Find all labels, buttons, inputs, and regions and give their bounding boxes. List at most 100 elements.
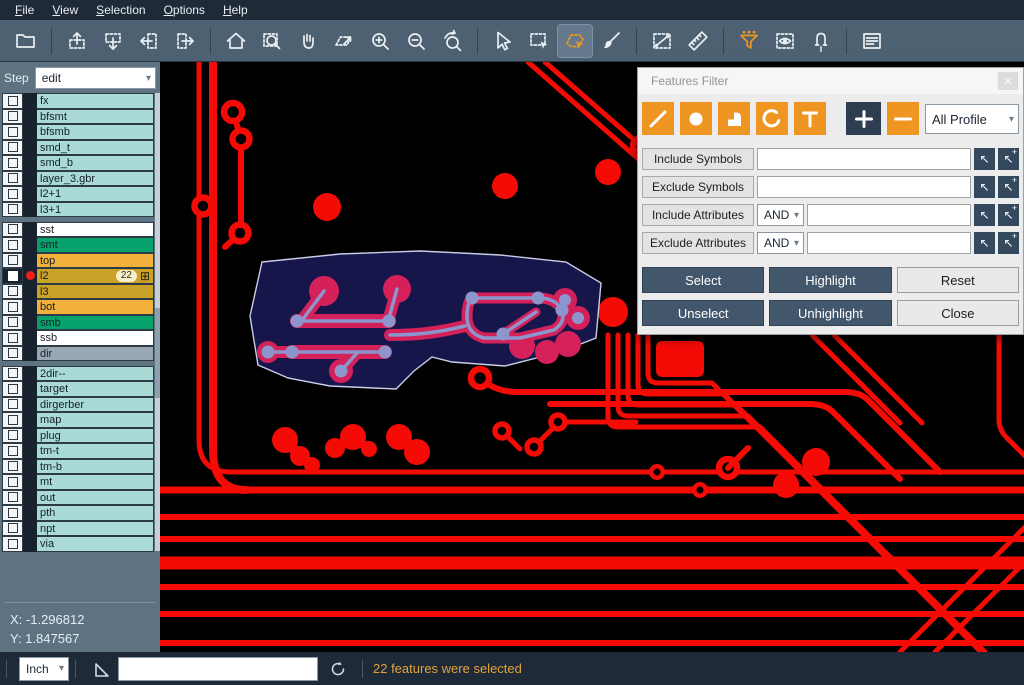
layer-row[interactable]: smt — [2, 237, 154, 253]
layer-row[interactable]: via — [2, 536, 154, 552]
pick-add-symbol-button[interactable]: ↖+ — [998, 176, 1019, 198]
layer-checkbox[interactable] — [2, 109, 23, 125]
layer-row[interactable]: out — [2, 490, 154, 506]
units-select[interactable]: Inch ▾ — [19, 657, 69, 681]
layer-row[interactable]: top — [2, 253, 154, 269]
layer-name[interactable]: sst — [37, 222, 154, 238]
filter-remove-button[interactable] — [887, 102, 919, 135]
include-symbols-field[interactable] — [757, 148, 971, 170]
snap-button[interactable] — [804, 25, 838, 57]
pick-symbol-button[interactable]: ↖ — [974, 176, 995, 198]
pan-up-button[interactable] — [60, 25, 94, 57]
step-select[interactable]: edit ▾ — [35, 67, 156, 89]
refresh-icon[interactable] — [328, 659, 348, 679]
menu-view[interactable]: View — [43, 1, 87, 19]
layer-checkbox[interactable] — [2, 140, 23, 156]
layer-name[interactable]: plug — [37, 428, 154, 444]
layer-checkbox[interactable] — [2, 412, 23, 428]
select-polygon-button[interactable] — [558, 25, 592, 57]
zoom-object-button[interactable] — [327, 25, 361, 57]
pick-add-attribute-button[interactable]: ↖+ — [998, 204, 1019, 226]
layer-row[interactable]: bot — [2, 299, 154, 315]
layer-name[interactable]: out — [37, 490, 154, 506]
filter-pad-shape-button[interactable] — [718, 102, 750, 135]
layer-checkbox[interactable] — [2, 366, 23, 382]
pick-add-attribute-button[interactable]: ↖+ — [998, 232, 1019, 254]
layer-checkbox[interactable] — [2, 253, 23, 269]
reset-button[interactable]: Reset — [897, 267, 1019, 293]
layer-checkbox[interactable] — [2, 237, 23, 253]
layer-row[interactable]: l3+1 — [2, 202, 154, 218]
layer-row[interactable]: l3 — [2, 284, 154, 300]
layer-row[interactable]: dirgerber — [2, 397, 154, 413]
layer-name[interactable]: tm-t — [37, 443, 154, 459]
layer-checkbox[interactable] — [2, 155, 23, 171]
filter-line-button[interactable] — [642, 102, 674, 135]
layer-checkbox[interactable] — [2, 346, 23, 362]
pick-add-symbol-button[interactable]: ↖+ — [998, 148, 1019, 170]
layer-name[interactable]: 2dir-- — [37, 366, 154, 382]
pan-down-button[interactable] — [96, 25, 130, 57]
layer-checkbox[interactable] — [2, 268, 23, 284]
select-pointer-button[interactable] — [486, 25, 520, 57]
layer-name[interactable]: via — [37, 536, 154, 552]
layer-checkbox[interactable] — [2, 186, 23, 202]
menu-options[interactable]: Options — [155, 1, 214, 19]
filter-add-button[interactable] — [846, 102, 881, 135]
exclude-attributes-logic-select[interactable]: AND▾ — [757, 232, 804, 254]
layer-row[interactable]: plug — [2, 428, 154, 444]
layer-row[interactable]: smb — [2, 315, 154, 331]
layer-name[interactable]: map — [37, 412, 154, 428]
layer-checkbox[interactable] — [2, 490, 23, 506]
layer-checkbox[interactable] — [2, 315, 23, 331]
layer-name[interactable]: bfsmb — [37, 124, 154, 140]
zoom-previous-button[interactable] — [435, 25, 469, 57]
menu-selection[interactable]: Selection — [87, 1, 154, 19]
include-attributes-field[interactable] — [807, 204, 971, 226]
scrollbar-thumb[interactable] — [155, 308, 160, 398]
layer-name[interactable]: ssb — [37, 330, 154, 346]
zoom-in-button[interactable] — [363, 25, 397, 57]
layer-name[interactable]: fx — [37, 93, 154, 109]
measure-distance-button[interactable] — [645, 25, 679, 57]
pan-right-button[interactable] — [168, 25, 202, 57]
layer-row[interactable]: smd_t — [2, 140, 154, 156]
layer-row[interactable]: sst — [2, 222, 154, 238]
layer-checkbox[interactable] — [2, 124, 23, 140]
filter-pad-round-button[interactable] — [680, 102, 712, 135]
layer-checkbox[interactable] — [2, 381, 23, 397]
layer-name[interactable]: pth — [37, 505, 154, 521]
unselect-button[interactable]: Unselect — [642, 300, 764, 326]
layer-name[interactable]: smd_t — [37, 140, 154, 156]
exclude-symbols-field[interactable] — [757, 176, 971, 198]
layer-name[interactable]: l3+1 — [37, 202, 154, 218]
close-button[interactable]: Close — [897, 300, 1019, 326]
include-symbols-button[interactable]: Include Symbols — [642, 148, 754, 170]
layer-checkbox[interactable] — [2, 299, 23, 315]
layer-checkbox[interactable] — [2, 428, 23, 444]
layer-name[interactable]: l222⊞ — [37, 268, 154, 284]
highlight-button[interactable]: Highlight — [769, 267, 891, 293]
select-button[interactable]: Select — [642, 267, 764, 293]
include-attributes-logic-select[interactable]: AND▾ — [757, 204, 804, 226]
layer-name[interactable]: target — [37, 381, 154, 397]
layer-name[interactable]: dir — [37, 346, 154, 362]
pick-symbol-button[interactable]: ↖ — [974, 148, 995, 170]
layer-name[interactable]: smt — [37, 237, 154, 253]
layer-row[interactable]: l2+1 — [2, 186, 154, 202]
layer-name[interactable]: smb — [37, 315, 154, 331]
open-button[interactable] — [9, 25, 43, 57]
include-attributes-button[interactable]: Include Attributes — [642, 204, 754, 226]
layer-name[interactable]: layer_3.gbr — [37, 171, 154, 187]
layer-name[interactable]: top — [37, 253, 154, 269]
layer-row[interactable]: target — [2, 381, 154, 397]
pan-left-button[interactable] — [132, 25, 166, 57]
layer-row[interactable]: bfsmt — [2, 109, 154, 125]
layer-row[interactable]: 2dir-- — [2, 366, 154, 382]
layer-row[interactable]: mt — [2, 474, 154, 490]
layer-name[interactable]: mt — [37, 474, 154, 490]
layer-checkbox[interactable] — [2, 474, 23, 490]
layer-row[interactable]: dir — [2, 346, 154, 362]
profile-select[interactable]: All Profile ▾ — [925, 104, 1019, 134]
layer-checkbox[interactable] — [2, 202, 23, 218]
